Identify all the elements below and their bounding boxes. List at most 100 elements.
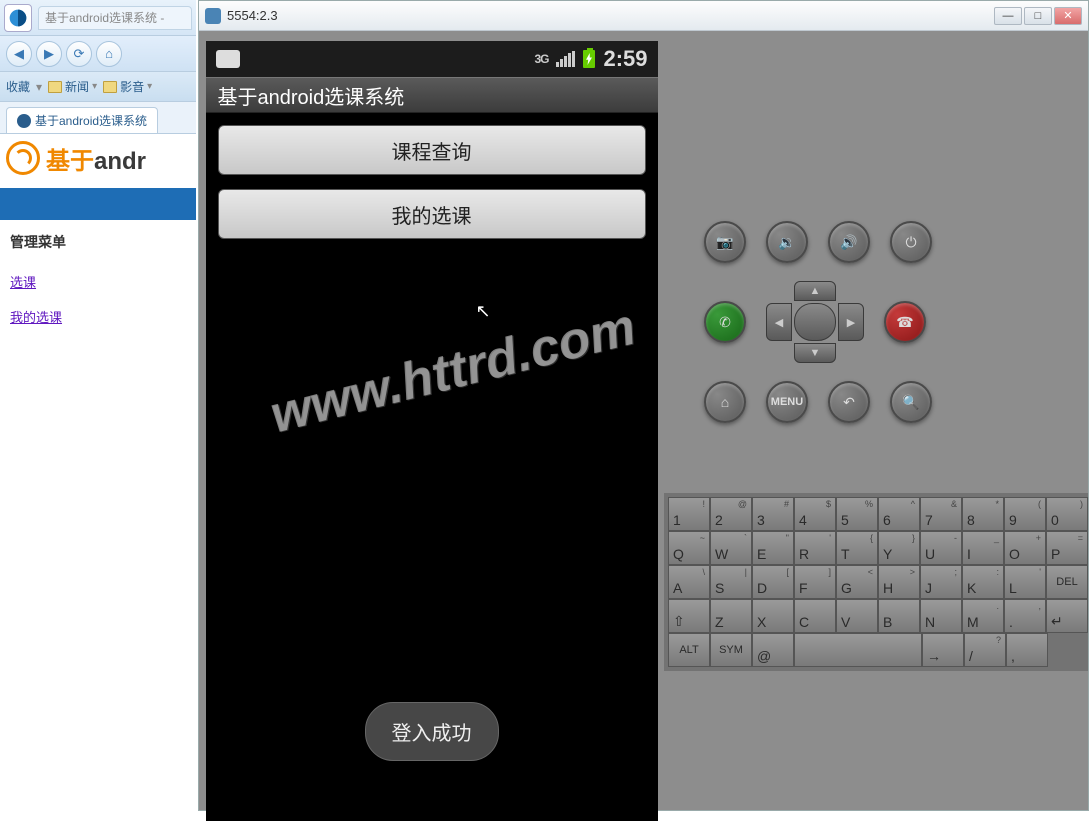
active-page-tab[interactable]: 基于android选课系统	[6, 107, 158, 133]
hardware-keyboard: 1!2@3#4$5%6^7&8*9(0) Q~W`E"R'T{Y}U-I_O+P…	[664, 493, 1088, 671]
key-2[interactable]: 2@	[710, 497, 752, 531]
menu-link-select-course[interactable]: 选课	[0, 264, 196, 299]
key-X[interactable]: X	[752, 599, 794, 633]
key-Z[interactable]: Z	[710, 599, 752, 633]
network-3g-icon: 3G	[534, 52, 548, 66]
key-6[interactable]: 6^	[878, 497, 920, 531]
key-I[interactable]: I_	[962, 531, 1004, 565]
key-R[interactable]: R'	[794, 531, 836, 565]
maximize-button[interactable]: □	[1024, 7, 1052, 25]
key-DEL[interactable]: DEL	[1046, 565, 1088, 599]
course-query-button[interactable]: 课程查询	[218, 125, 646, 175]
hardware-panel: 📷 🔉 🔊 ⏻ ✆ ▲ ▼ ◀ ▶ ☎	[664, 31, 1088, 810]
key-9[interactable]: 9(	[1004, 497, 1046, 531]
key-H[interactable]: H>	[878, 565, 920, 599]
key-E[interactable]: E"	[752, 531, 794, 565]
browser-panel: 基于android选课系统 - ◀ ▶ ⟳ ⌂ 收藏 ▾ 新闻▾ 影音▾ 基于a…	[0, 0, 196, 811]
page-content: 基于andr 管理菜单 选课 我的选课	[0, 134, 196, 334]
key-L[interactable]: L'	[1004, 565, 1046, 599]
login-success-toast: 登入成功	[365, 702, 499, 761]
end-call-button[interactable]: ☎	[884, 301, 926, 343]
dpad-up[interactable]: ▲	[794, 281, 836, 301]
key-Q[interactable]: Q~	[668, 531, 710, 565]
key-1[interactable]: 1!	[668, 497, 710, 531]
key-N[interactable]: N	[920, 599, 962, 633]
dpad-left[interactable]: ◀	[766, 303, 792, 341]
back-hw-button[interactable]: ↶	[828, 381, 870, 423]
phone-frame: 3G 2:59 基于android选课系统 课程查询 我的选课 ↖ www.ht…	[199, 31, 664, 810]
volume-up-button[interactable]: 🔊	[828, 221, 870, 263]
back-button[interactable]: ◀	[6, 41, 32, 67]
bookmark-bar: 收藏 ▾ 新闻▾ 影音▾	[0, 72, 196, 102]
dpad-right[interactable]: ▶	[838, 303, 864, 341]
home-button[interactable]: ⌂	[96, 41, 122, 67]
mouse-cursor-icon: ↖	[476, 301, 491, 322]
app-body: 课程查询 我的选课	[206, 113, 658, 251]
key-G[interactable]: G<	[836, 565, 878, 599]
key-S[interactable]: S|	[710, 565, 752, 599]
key-A[interactable]: A\	[668, 565, 710, 599]
dpad-down[interactable]: ▼	[794, 343, 836, 363]
key-T[interactable]: T{	[836, 531, 878, 565]
camera-button[interactable]: 📷	[704, 221, 746, 263]
bookmark-folder-news[interactable]: 新闻▾	[48, 78, 97, 95]
dpad-center[interactable]	[794, 303, 836, 341]
key-M[interactable]: M.	[962, 599, 1004, 633]
key-0[interactable]: 0)	[1046, 497, 1088, 531]
menu-hw-button[interactable]: MENU	[766, 381, 808, 423]
key-3[interactable]: 3#	[752, 497, 794, 531]
key-B[interactable]: B	[878, 599, 920, 633]
key-ALT[interactable]: ALT	[668, 633, 710, 667]
key-8[interactable]: 8*	[962, 497, 1004, 531]
key-/[interactable]: /?	[964, 633, 1006, 667]
sms-icon	[216, 50, 240, 68]
call-button[interactable]: ✆	[704, 301, 746, 343]
key-5[interactable]: 5%	[836, 497, 878, 531]
key-V[interactable]: V	[836, 599, 878, 633]
browser-inactive-tab[interactable]: 基于android选课系统 -	[38, 6, 192, 30]
key-SYM[interactable]: SYM	[710, 633, 752, 667]
key-O[interactable]: O+	[1004, 531, 1046, 565]
key-↵[interactable]: ↵	[1046, 599, 1088, 633]
forward-button[interactable]: ▶	[36, 41, 62, 67]
page-favicon	[17, 114, 31, 128]
phone-screen[interactable]: 3G 2:59 基于android选课系统 课程查询 我的选课 ↖ www.ht…	[206, 41, 658, 821]
menu-link-my-courses[interactable]: 我的选课	[0, 299, 196, 334]
my-courses-button[interactable]: 我的选课	[218, 189, 646, 239]
emulator-titlebar[interactable]: 5554:2.3 — □ ✕	[199, 1, 1088, 31]
key-W[interactable]: W`	[710, 531, 752, 565]
status-bar: 3G 2:59	[206, 41, 658, 77]
key-→[interactable]: →	[922, 633, 964, 667]
close-button[interactable]: ✕	[1054, 7, 1082, 25]
key-D[interactable]: D[	[752, 565, 794, 599]
minimize-button[interactable]: —	[994, 7, 1022, 25]
key-C[interactable]: C	[794, 599, 836, 633]
key-U[interactable]: U-	[920, 531, 962, 565]
dpad: ▲ ▼ ◀ ▶	[766, 281, 864, 363]
volume-down-button[interactable]: 🔉	[766, 221, 808, 263]
emulator-title: 5554:2.3	[227, 8, 994, 23]
key-@[interactable]: @	[752, 633, 794, 667]
key-7[interactable]: 7&	[920, 497, 962, 531]
key-Y[interactable]: Y}	[878, 531, 920, 565]
app-titlebar: 基于android选课系统	[206, 77, 658, 113]
emulator-window: 5554:2.3 — □ ✕ 3G 2:59	[198, 0, 1089, 811]
power-button[interactable]: ⏻	[890, 221, 932, 263]
browser-app-icon[interactable]	[4, 4, 32, 32]
home-hw-button[interactable]: ⌂	[704, 381, 746, 423]
key-P[interactable]: P=	[1046, 531, 1088, 565]
key-F[interactable]: F]	[794, 565, 836, 599]
key-,[interactable]: ,	[1006, 633, 1048, 667]
key-4[interactable]: 4$	[794, 497, 836, 531]
menu-title: 管理菜单	[0, 220, 196, 264]
key-⇧[interactable]: ⇧	[668, 599, 710, 633]
key-J[interactable]: J;	[920, 565, 962, 599]
search-hw-button[interactable]: 🔍	[890, 381, 932, 423]
emulator-client: 3G 2:59 基于android选课系统 课程查询 我的选课 ↖ www.ht…	[199, 31, 1088, 810]
key-.[interactable]: .,	[1004, 599, 1046, 633]
reload-button[interactable]: ⟳	[66, 41, 92, 67]
key-K[interactable]: K:	[962, 565, 1004, 599]
menu-card: 管理菜单 选课 我的选课	[0, 218, 196, 334]
bookmark-folder-media[interactable]: 影音▾	[103, 78, 152, 95]
key-space[interactable]	[794, 633, 922, 667]
